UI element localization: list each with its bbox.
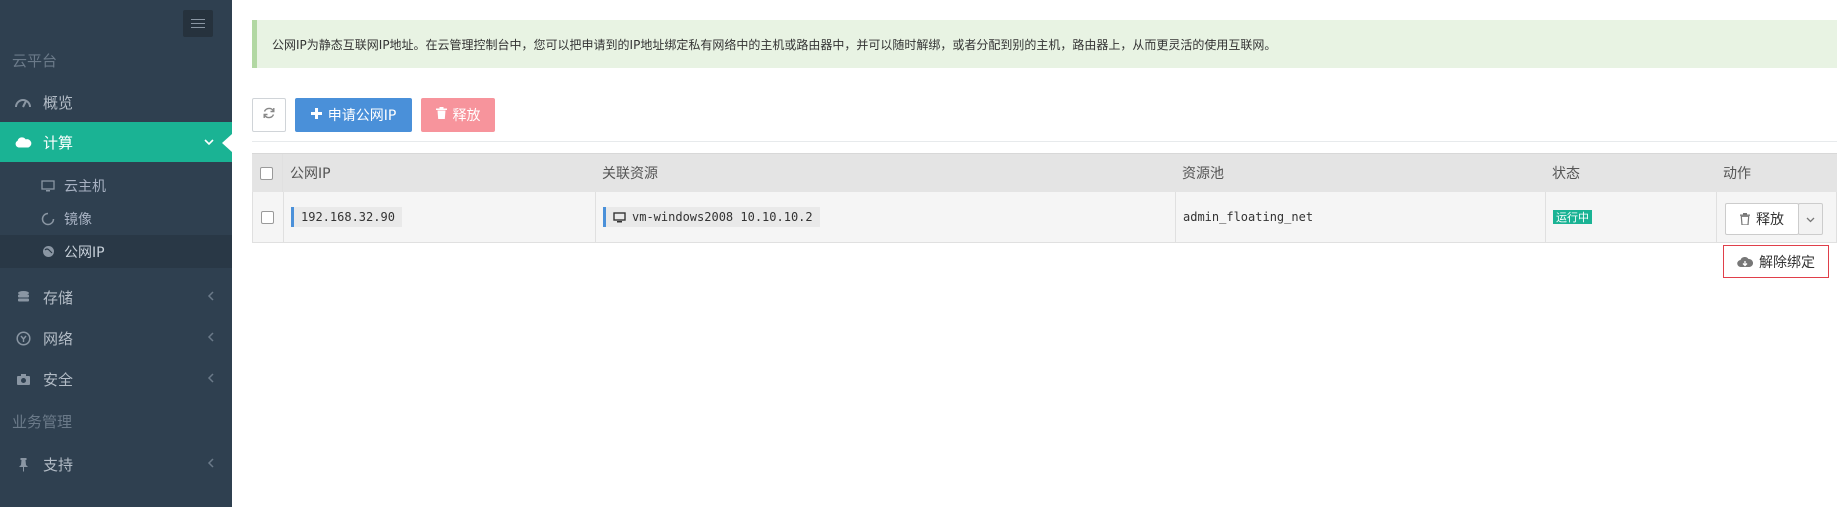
chevron-down-icon [204, 135, 214, 150]
row-release-label: 释放 [1756, 212, 1784, 228]
refresh-icon [262, 106, 276, 124]
sidebar-subitem-label: 云主机 [64, 178, 106, 195]
trash-icon [435, 107, 447, 123]
sidebar-item-label: 网络 [43, 329, 74, 348]
chevron-down-icon [1806, 213, 1815, 226]
sidebar-item-compute[interactable]: 计算 [0, 122, 232, 162]
app-root: 云平台 概览 计算 云主机 镜像 公网IP 存储 网络 安全 业务管理 支持 公… [0, 0, 1837, 507]
sidebar-toggle-button[interactable] [183, 10, 213, 37]
resource-name: vm-windows2008 10.10.10.2 [632, 210, 813, 224]
info-alert: 公网IP为静态互联网IP地址。在云管理控制台中，您可以把申请到的IP地址绑定私有… [252, 20, 1837, 68]
sidebar-item-label: 概览 [43, 93, 74, 112]
main-content: 公网IP为静态互联网IP地址。在云管理控制台中，您可以把申请到的IP地址绑定私有… [232, 0, 1837, 507]
row-action-dropdown-toggle[interactable] [1798, 203, 1823, 235]
sidebar-subitem-vm[interactable]: 云主机 [0, 169, 232, 202]
sidebar-item-security[interactable]: 安全 [0, 359, 232, 399]
row-checkbox[interactable] [261, 192, 274, 242]
database-icon [14, 288, 32, 306]
sidebar-item-label: 计算 [43, 133, 74, 152]
column-header-resource[interactable]: 关联资源 [602, 154, 658, 192]
trash-icon [1740, 213, 1750, 225]
sidebar-subitem-public-ip[interactable]: 公网IP [0, 235, 232, 268]
section-label-cloud: 云平台 [12, 52, 58, 70]
info-alert-text: 公网IP为静态互联网IP地址。在云管理控制台中，您可以把申请到的IP地址绑定私有… [272, 37, 1277, 52]
divider [252, 141, 1837, 142]
camera-icon [14, 370, 32, 388]
column-header-pool[interactable]: 资源池 [1182, 154, 1224, 192]
column-header-action: 动作 [1723, 166, 1751, 182]
sidebar-subitem-label: 镜像 [64, 211, 92, 228]
sidebar-subitem-label: 公网IP [64, 244, 105, 261]
chevron-left-icon [207, 372, 214, 387]
chevron-left-icon [207, 290, 214, 305]
sidebar-item-support[interactable]: 支持 [0, 444, 232, 484]
sidebar-item-label: 安全 [43, 370, 74, 389]
network-icon [14, 329, 32, 347]
thumbtack-icon [14, 455, 32, 473]
unbind-menu-item[interactable]: 解除绑定 [1723, 245, 1829, 278]
cloud-icon [14, 133, 32, 151]
desktop-icon [613, 211, 626, 223]
column-header-ip[interactable]: 公网IP [290, 154, 331, 192]
section-label-business: 业务管理 [12, 413, 73, 431]
apply-public-ip-label: 申请公网IP [327, 108, 397, 124]
sidebar-item-network[interactable]: 网络 [0, 318, 232, 358]
release-button[interactable]: 释放 [421, 98, 495, 132]
select-all-checkbox[interactable] [260, 154, 273, 192]
sidebar: 云平台 概览 计算 云主机 镜像 公网IP 存储 网络 安全 业务管理 支持 [0, 0, 232, 507]
apply-public-ip-button[interactable]: 申请公网IP [295, 98, 412, 132]
ip-tag[interactable]: 192.168.32.90 [291, 207, 402, 227]
table-row: 192.168.32.90 vm-windows2008 10.10.10.2 … [252, 192, 1837, 243]
dashboard-icon [14, 93, 32, 111]
chevron-left-icon [207, 331, 214, 346]
resource-cell: vm-windows2008 10.10.10.2 [603, 192, 820, 242]
refresh-button[interactable] [252, 98, 286, 132]
status-badge: 运行中 [1553, 210, 1592, 224]
column-header-status[interactable]: 状态 [1552, 154, 1580, 192]
plus-icon [310, 107, 322, 123]
sidebar-item-overview[interactable]: 概览 [0, 82, 232, 122]
cloud-download-icon [1737, 256, 1753, 268]
release-label: 释放 [452, 108, 481, 124]
pool-cell: admin_floating_net [1183, 210, 1314, 224]
table-header: 公网IP 关联资源 资源池 状态 动作 [252, 153, 1837, 192]
sidebar-item-storage[interactable]: 存储 [0, 277, 232, 317]
desktop-icon [40, 178, 56, 194]
globe-icon [40, 244, 56, 260]
chevron-left-icon [207, 457, 214, 472]
row-release-button[interactable]: 释放 [1725, 203, 1799, 235]
unbind-label: 解除绑定 [1759, 254, 1815, 271]
circle-icon [40, 211, 56, 227]
sidebar-item-label: 支持 [43, 455, 74, 474]
resource-tag[interactable]: vm-windows2008 10.10.10.2 [603, 207, 820, 227]
sidebar-subitem-image[interactable]: 镜像 [0, 202, 232, 235]
public-ip-table: 公网IP 关联资源 资源池 状态 动作 192.168.32.90 vm-win… [252, 153, 1837, 243]
ip-cell: 192.168.32.90 [291, 192, 402, 242]
status-cell: 运行中 [1553, 192, 1592, 242]
sidebar-item-label: 存储 [43, 288, 74, 307]
